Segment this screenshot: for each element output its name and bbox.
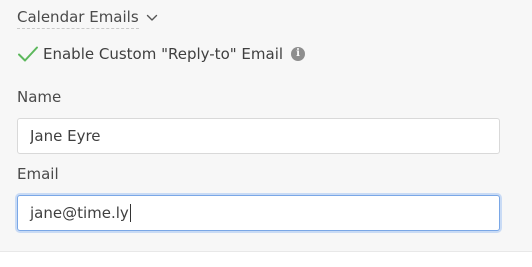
- chevron-down-icon: [146, 14, 158, 22]
- email-field[interactable]: jane@time.ly: [17, 195, 500, 231]
- email-label: Email: [17, 165, 59, 183]
- email-input[interactable]: [17, 195, 500, 231]
- checkmark-icon[interactable]: [17, 43, 39, 65]
- calendar-emails-panel: Calendar Emails Enable Custom "Reply-to"…: [0, 0, 532, 252]
- calendar-emails-toggle[interactable]: Calendar Emails: [17, 7, 158, 29]
- section-title: Calendar Emails: [17, 8, 139, 29]
- info-icon[interactable]: i: [291, 47, 306, 61]
- name-label: Name: [17, 88, 62, 106]
- reply-to-label[interactable]: Enable Custom "Reply-to" Email: [43, 45, 283, 63]
- name-input[interactable]: [17, 118, 500, 154]
- reply-to-option: Enable Custom "Reply-to" Email i: [17, 43, 306, 65]
